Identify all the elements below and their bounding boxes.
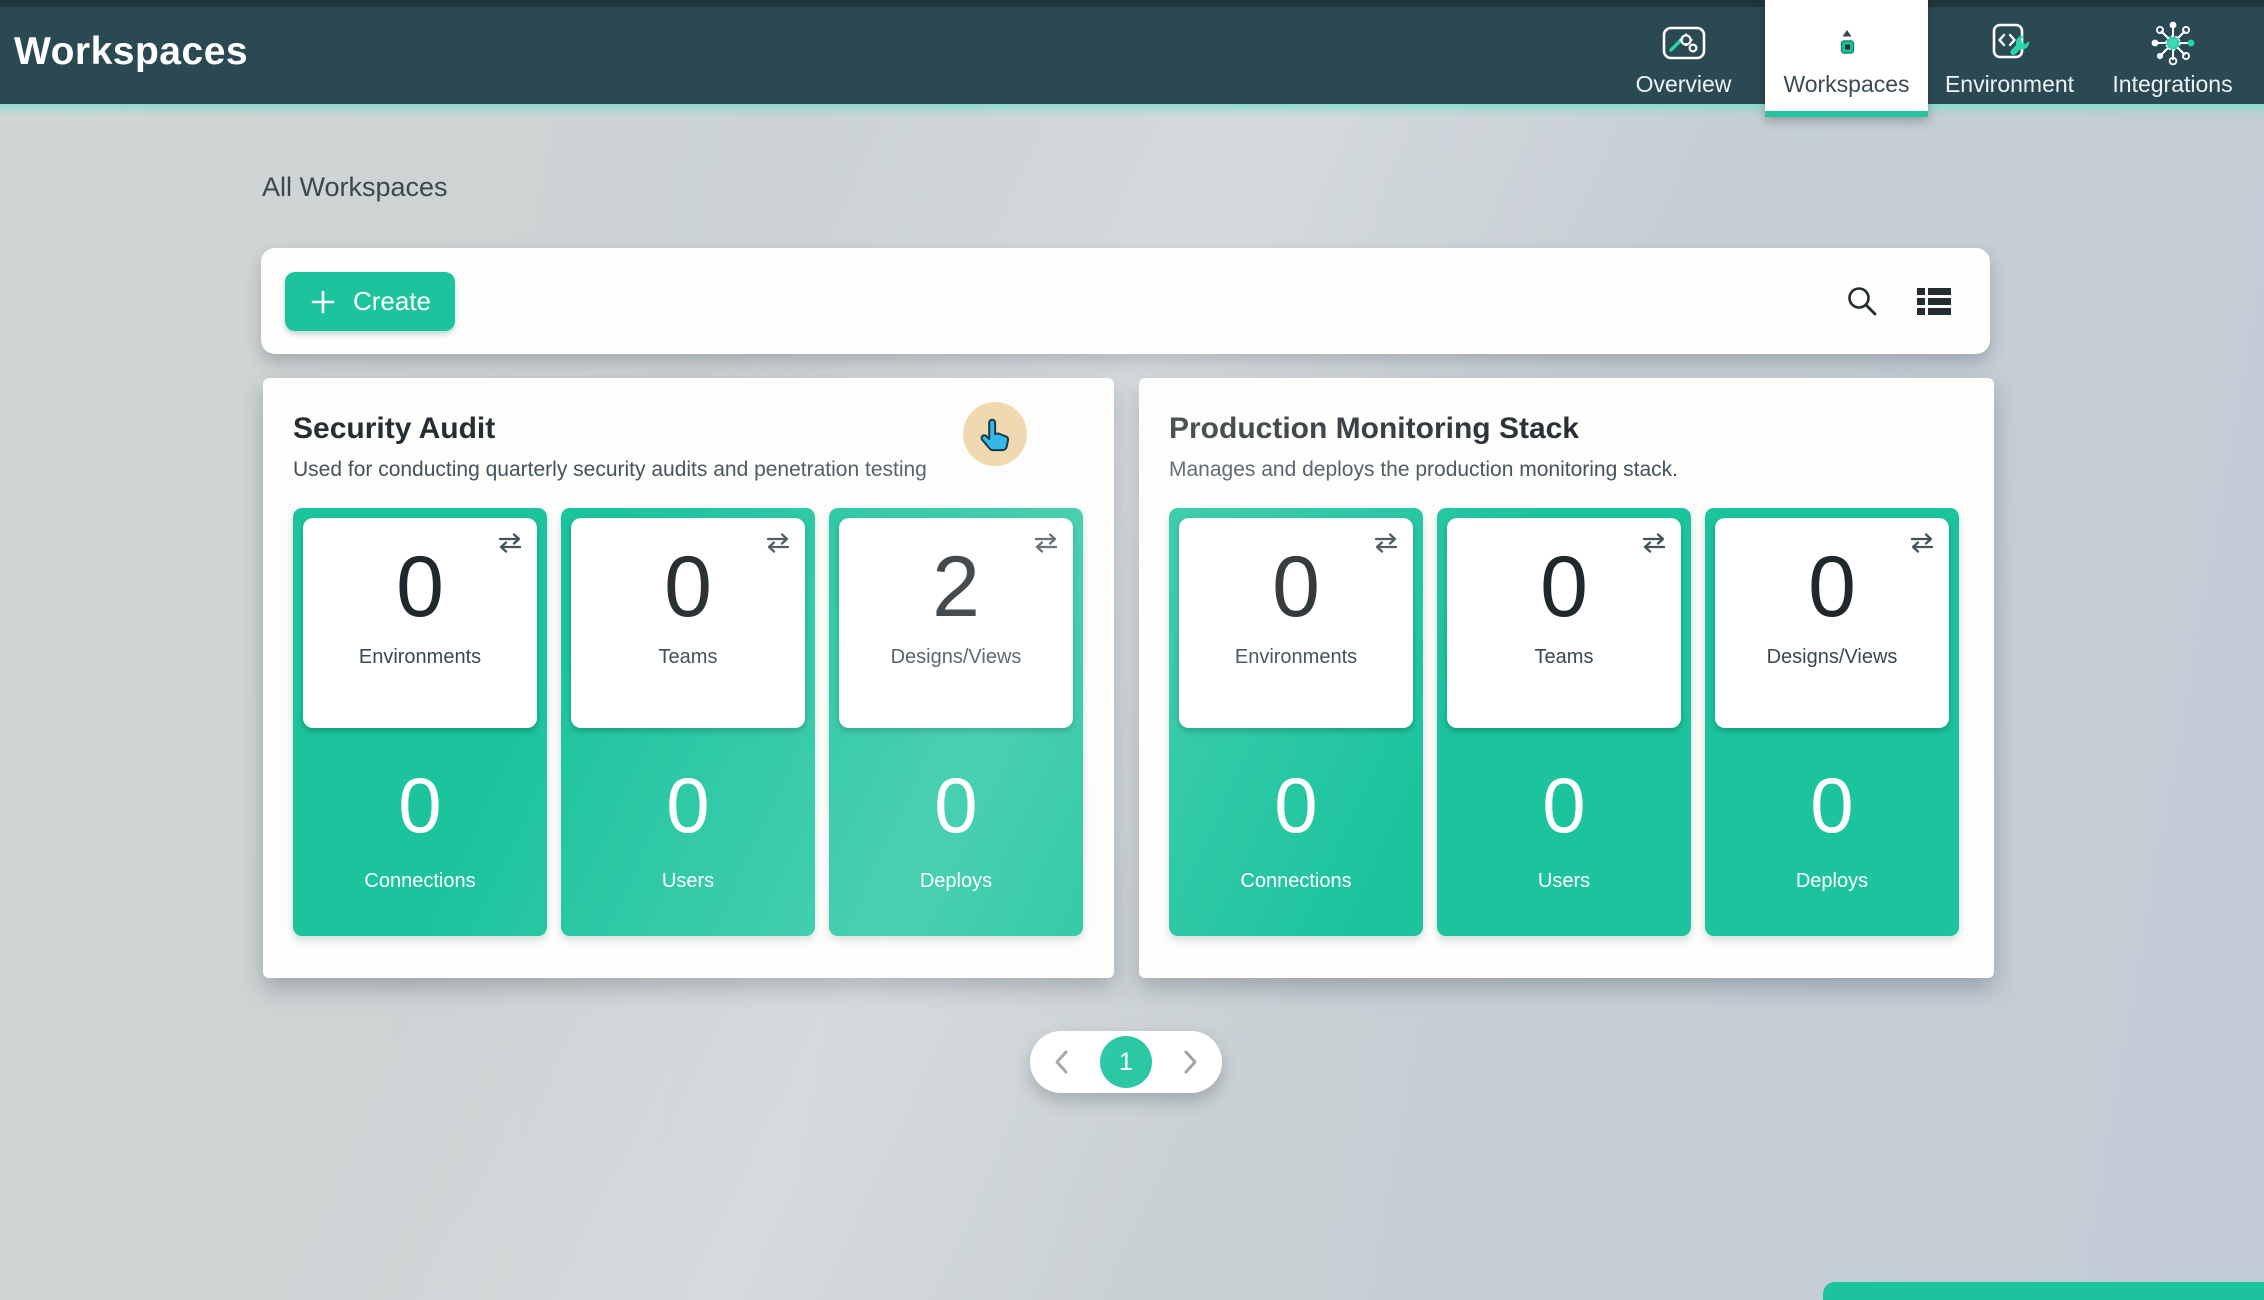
stat-label: Users [561,870,815,893]
swap-arrows-icon[interactable] [1640,531,1668,560]
stat-value: 0 [293,766,547,844]
plus-icon [309,288,337,316]
search-icon[interactable] [1844,283,1880,319]
workspace-card-security-audit[interactable]: Security Audit Used for conducting quart… [263,378,1114,978]
stat-tile-environments[interactable]: 0 Environments 0 Connections [293,508,547,936]
stat-tile-teams[interactable]: 0 Teams 0 Users [561,508,815,936]
stat-tile-bottom: 0 Deploys [829,728,1083,893]
list-view-icon[interactable] [1916,285,1952,317]
stat-label: Teams [571,646,805,669]
pagination: 1 [1030,1031,1222,1093]
top-navigation: Overview Workspaces Environm [1602,0,2254,104]
nav-tab-integrations[interactable]: Integrations [2091,0,2254,104]
stat-value: 0 [1437,766,1691,844]
stat-tiles: 0 Environments 0 Connections 0 Teams [293,508,1083,936]
stat-label: Environments [303,646,537,669]
stat-tile-top: 0 Designs/Views [1715,518,1949,728]
nav-label: Workspaces [1783,71,1909,98]
workspaces-icon [1830,17,1864,69]
stat-tile-top: 0 Teams [571,518,805,728]
stat-label: Deploys [829,870,1083,893]
create-workspace-button[interactable]: Create [285,272,455,331]
stat-tile-designs-views[interactable]: 0 Designs/Views 0 Deploys [1705,508,1959,936]
stat-label: Connections [293,870,547,893]
chevron-left-icon[interactable] [1052,1048,1072,1076]
stat-tile-bottom: 0 Connections [1169,728,1423,893]
create-button-label: Create [353,286,431,317]
toolbar-icons [1844,248,1952,354]
stat-value: 0 [1169,766,1423,844]
chevron-right-icon[interactable] [1180,1048,1200,1076]
nav-label: Integrations [2112,71,2232,98]
swap-arrows-icon[interactable] [1908,531,1936,560]
stat-value: 0 [1705,766,1959,844]
stat-tile-bottom: 0 Users [561,728,815,893]
swap-arrows-icon[interactable] [1032,531,1060,560]
stat-tile-bottom: 0 Deploys [1705,728,1959,893]
stat-label: Connections [1169,870,1423,893]
stat-tile-top: 0 Environments [303,518,537,728]
swap-arrows-icon[interactable] [1372,531,1400,560]
stat-tile-environments[interactable]: 0 Environments 0 Connections [1169,508,1423,936]
swap-arrows-icon[interactable] [764,531,792,560]
stat-tile-top: 2 Designs/Views [839,518,1073,728]
stat-label: Designs/Views [1715,646,1949,669]
stat-tile-top: 0 Teams [1447,518,1681,728]
stat-label: Designs/Views [839,646,1073,669]
workspace-card-production-monitoring[interactable]: Production Monitoring Stack Manages and … [1139,378,1994,978]
stat-value: 0 [829,766,1083,844]
stat-tiles: 0 Environments 0 Connections 0 Teams [1169,508,1959,936]
stat-tile-bottom: 0 Users [1437,728,1691,893]
toast-notification-edge [1823,1282,2264,1300]
swap-arrows-icon[interactable] [496,531,524,560]
stat-label: Deploys [1705,870,1959,893]
stat-value: 0 [561,766,815,844]
nav-tab-overview[interactable]: Overview [1602,0,1765,104]
nav-tab-workspaces[interactable]: Workspaces [1765,0,1928,117]
overview-icon [1660,17,1708,69]
workspace-description: Used for conducting quarterly security a… [293,458,1114,482]
nav-tab-environment[interactable]: Environment [1928,0,2091,104]
workspaces-page: Workspaces Overview [0,0,2264,1300]
stat-tile-bottom: 0 Connections [293,728,547,893]
nav-label: Environment [1945,71,2074,98]
stat-label: Teams [1447,646,1681,669]
page-title: All Workspaces [262,172,448,203]
stat-tile-top: 0 Environments [1179,518,1413,728]
current-page-button[interactable]: 1 [1100,1036,1152,1088]
workspace-description: Manages and deploys the production monit… [1169,458,1994,482]
workspace-title: Security Audit [293,412,1114,445]
stat-tile-designs-views[interactable]: 2 Designs/Views 0 Deploys [829,508,1083,936]
workspaces-toolbar: Create [261,248,1990,354]
environment-icon [1986,17,2034,69]
app-title: Workspaces [14,30,248,74]
stat-label: Environments [1179,646,1413,669]
stat-label: Users [1437,870,1691,893]
stat-tile-teams[interactable]: 0 Teams 0 Users [1437,508,1691,936]
nav-label: Overview [1636,71,1732,98]
integrations-icon [2148,17,2198,69]
workspace-title: Production Monitoring Stack [1169,412,1994,445]
